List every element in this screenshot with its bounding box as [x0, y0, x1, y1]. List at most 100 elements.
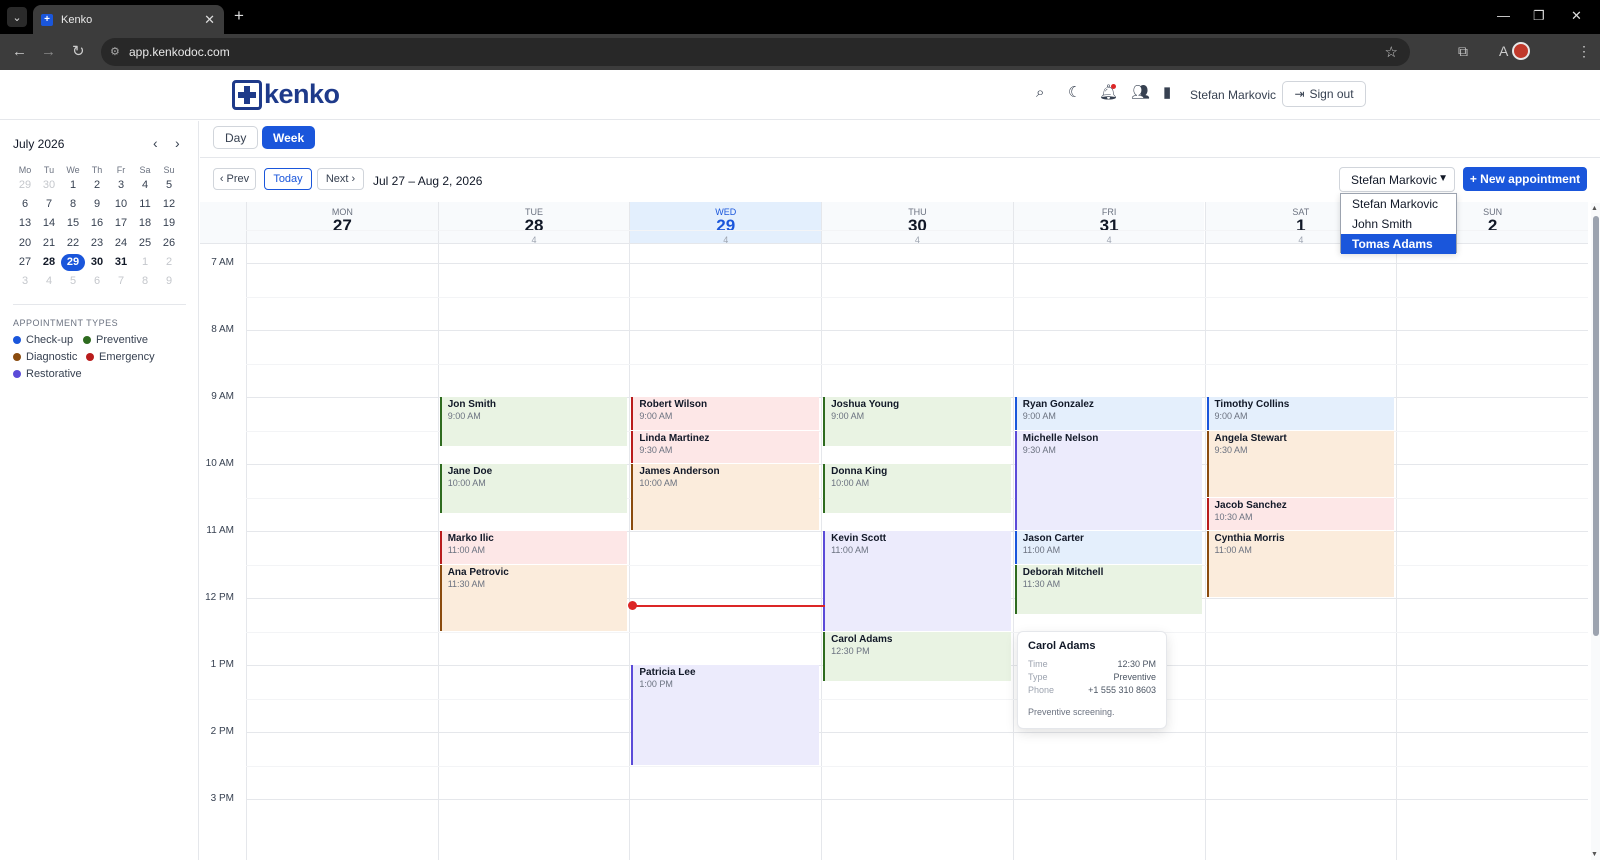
- today-button[interactable]: Today: [264, 168, 312, 190]
- appointment-card[interactable]: Jon Smith 9:00 AM: [439, 397, 628, 447]
- bookmark-star-icon[interactable]: ☆: [1385, 43, 1398, 61]
- mini-calendar-day[interactable]: 22: [61, 235, 85, 252]
- appointment-card[interactable]: Ana Petrovic 11:30 AM: [439, 564, 628, 631]
- appointment-card[interactable]: Robert Wilson 9:00 AM: [631, 397, 820, 430]
- profile-avatar[interactable]: [1512, 42, 1530, 60]
- view-day-button[interactable]: Day: [213, 126, 259, 149]
- appointment-card[interactable]: Angela Stewart 9:30 AM: [1206, 430, 1395, 497]
- provider-option[interactable]: John Smith: [1341, 214, 1456, 234]
- mini-calendar-day[interactable]: 30: [85, 254, 109, 271]
- mini-calendar-next-icon[interactable]: ›: [175, 135, 180, 151]
- appointment-card[interactable]: Jane Doe 10:00 AM: [439, 464, 628, 514]
- mini-calendar-day[interactable]: 4: [133, 177, 157, 194]
- appointment-card[interactable]: Carol Adams 12:30 PM: [823, 631, 1011, 681]
- mini-calendar-day[interactable]: 19: [157, 215, 181, 232]
- mini-calendar-day[interactable]: 3: [13, 273, 37, 290]
- mini-calendar-day[interactable]: 27: [13, 254, 37, 271]
- window-close-icon[interactable]: ✕: [1571, 8, 1582, 24]
- day-header-fri[interactable]: FRI 31 4: [1012, 202, 1205, 245]
- mini-calendar-prev-icon[interactable]: ‹: [153, 135, 158, 151]
- day-header-thu[interactable]: THU 30 4: [821, 202, 1013, 245]
- mini-calendar-day[interactable]: 6: [13, 196, 37, 213]
- mini-calendar-day[interactable]: 10: [109, 196, 133, 213]
- mini-calendar-day[interactable]: 15: [61, 215, 85, 232]
- mini-calendar-day[interactable]: 26: [157, 235, 181, 252]
- mini-calendar-day[interactable]: 30: [37, 177, 61, 194]
- users-icon[interactable]: 👥︎: [1131, 84, 1150, 102]
- appointment-card[interactable]: Joshua Young 9:00 AM: [823, 397, 1011, 447]
- forward-icon[interactable]: →: [41, 43, 56, 60]
- mini-calendar-day[interactable]: 29: [13, 177, 37, 194]
- appointment-card[interactable]: Marko Ilic 11:00 AM: [439, 531, 628, 564]
- kenko-logo[interactable]: kenko: [232, 79, 340, 110]
- mini-calendar-day[interactable]: 29: [61, 253, 85, 271]
- mini-calendar-day[interactable]: 31: [109, 254, 133, 271]
- mini-calendar-day[interactable]: 1: [61, 177, 85, 194]
- search-icon[interactable]: ⌕: [1036, 84, 1044, 102]
- mini-calendar-day[interactable]: 20: [13, 235, 37, 252]
- mini-calendar-day[interactable]: 3: [109, 177, 133, 194]
- appointment-card[interactable]: Cynthia Morris 11:00 AM: [1206, 531, 1395, 597]
- next-week-button[interactable]: Next ›: [317, 168, 364, 190]
- provider-select[interactable]: Stefan Markovic ▼: [1339, 167, 1455, 192]
- mini-calendar-day[interactable]: 25: [133, 235, 157, 252]
- mini-calendar-day[interactable]: 2: [157, 254, 181, 271]
- appointment-card[interactable]: Donna King 10:00 AM: [823, 464, 1011, 514]
- mini-calendar-day[interactable]: 8: [61, 196, 85, 213]
- new-appointment-button[interactable]: + New appointment: [1463, 167, 1587, 191]
- mini-calendar-day[interactable]: 17: [109, 215, 133, 232]
- mini-calendar-day[interactable]: 7: [109, 273, 133, 290]
- address-bar[interactable]: ⚙ app.kenkodoc.com ☆: [101, 38, 1410, 66]
- appointment-card[interactable]: Kevin Scott 11:00 AM: [823, 531, 1011, 631]
- mini-calendar-day[interactable]: 21: [37, 235, 61, 252]
- appointment-card[interactable]: Jacob Sanchez 10:30 AM: [1206, 497, 1395, 530]
- tab-close-icon[interactable]: ✕: [204, 12, 215, 28]
- extensions-icon[interactable]: ⧉: [1458, 43, 1468, 60]
- mini-calendar-day[interactable]: 12: [157, 196, 181, 213]
- tab-search-icon[interactable]: ⌄: [7, 7, 27, 27]
- scroll-down-icon[interactable]: ▼: [1591, 851, 1598, 858]
- reload-icon[interactable]: ↻: [72, 43, 85, 60]
- mini-calendar-day[interactable]: 14: [37, 215, 61, 232]
- scroll-up-icon[interactable]: ▲: [1591, 205, 1598, 212]
- mini-calendar-day[interactable]: 16: [85, 215, 109, 232]
- appointment-card[interactable]: Michelle Nelson 9:30 AM: [1014, 430, 1203, 530]
- appointment-card[interactable]: Jason Carter 11:00 AM: [1014, 531, 1203, 564]
- day-header-tue[interactable]: TUE 28 4: [437, 202, 630, 245]
- moon-icon[interactable]: ☾: [1068, 84, 1081, 102]
- mini-calendar-day[interactable]: 13: [13, 215, 37, 232]
- provider-option[interactable]: Stefan Markovic: [1341, 194, 1456, 214]
- minimize-icon[interactable]: —: [1497, 8, 1510, 23]
- appointment-card[interactable]: Linda Martinez 9:30 AM: [631, 430, 820, 463]
- appointment-card[interactable]: Patricia Lee 1:00 PM: [631, 665, 820, 765]
- mini-calendar-day[interactable]: 7: [37, 196, 61, 213]
- appointment-card[interactable]: Deborah Mitchell 11:30 AM: [1014, 564, 1203, 614]
- appointment-card[interactable]: Ryan Gonzalez 9:00 AM: [1014, 397, 1203, 430]
- appointment-card[interactable]: James Anderson 10:00 AM: [631, 464, 820, 530]
- prev-week-button[interactable]: ‹ Prev: [213, 168, 256, 190]
- new-tab-icon[interactable]: +: [234, 7, 244, 24]
- mini-calendar-day[interactable]: 18: [133, 215, 157, 232]
- browser-menu-icon[interactable]: ⋮: [1577, 43, 1591, 60]
- translate-icon[interactable]: A: [1499, 43, 1508, 60]
- mini-calendar-day[interactable]: 1: [133, 254, 157, 271]
- view-week-button[interactable]: Week: [262, 126, 316, 149]
- back-icon[interactable]: ←: [12, 43, 27, 60]
- mini-calendar-day[interactable]: 28: [37, 254, 61, 271]
- mini-calendar-day[interactable]: 9: [157, 273, 181, 290]
- mini-calendar-day[interactable]: 6: [85, 273, 109, 290]
- day-header-wed[interactable]: WED 29 4: [629, 202, 822, 245]
- mini-calendar-day[interactable]: 11: [133, 196, 157, 213]
- stats-icon[interactable]: ▮: [1163, 84, 1171, 102]
- mini-calendar-day[interactable]: 8: [133, 273, 157, 290]
- mini-calendar-day[interactable]: 9: [85, 196, 109, 213]
- day-header-mon[interactable]: MON 27: [246, 202, 438, 244]
- sign-out-button[interactable]: ⇥ Sign out: [1282, 81, 1366, 107]
- calendar-scrollbar-thumb[interactable]: [1593, 216, 1599, 636]
- mini-calendar-day[interactable]: 23: [85, 235, 109, 252]
- mini-calendar-day[interactable]: 4: [37, 273, 61, 290]
- site-info-icon[interactable]: ⚙: [110, 45, 120, 58]
- mini-calendar-day[interactable]: 5: [61, 273, 85, 290]
- appointment-card[interactable]: Timothy Collins 9:00 AM: [1206, 397, 1395, 430]
- browser-tab[interactable]: + Kenko ✕: [33, 5, 224, 34]
